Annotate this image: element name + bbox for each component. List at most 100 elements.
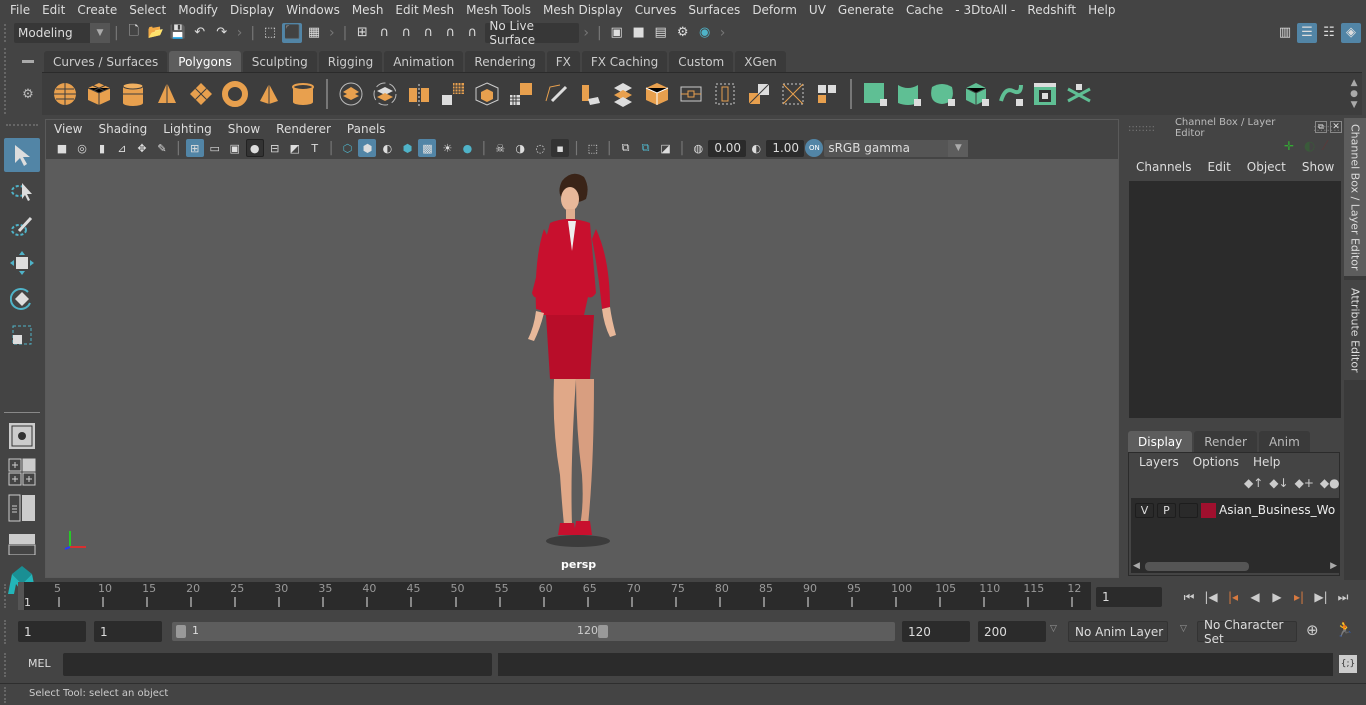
lasso-tool-icon[interactable] [4, 174, 40, 208]
menu-edit-mesh[interactable]: Edit Mesh [389, 3, 460, 17]
field-chart-icon[interactable]: ⊟ [266, 139, 284, 157]
modeling-toolkit-icon[interactable]: ▥ [1275, 23, 1295, 43]
range-start-handle[interactable] [176, 625, 186, 638]
new-layer-selected-icon[interactable]: ◆● [1320, 476, 1340, 490]
tab-fx-caching[interactable]: FX Caching [581, 51, 668, 72]
color-management-toggle[interactable]: ON [805, 139, 824, 157]
character-set-dropdown[interactable]: No Character Set [1197, 618, 1297, 646]
menu-modify[interactable]: Modify [172, 3, 224, 17]
save-scene-icon[interactable]: 💾 [168, 23, 188, 43]
grip-handle[interactable] [4, 23, 10, 42]
tab-fx[interactable]: FX [546, 51, 580, 72]
viewport-menu-renderer[interactable]: Renderer [268, 122, 339, 136]
shelf-menu-icon[interactable] [22, 60, 34, 63]
scale-tool-icon[interactable] [4, 318, 40, 352]
layer-color-swatch[interactable] [1201, 502, 1216, 518]
hyperbolic-icon[interactable]: ⁄ [1324, 139, 1326, 154]
separate-icon[interactable] [370, 79, 400, 109]
tab-rendering[interactable]: Rendering [465, 51, 545, 72]
range-grip[interactable] [4, 620, 12, 644]
menu-select[interactable]: Select [123, 3, 172, 17]
select-tool-icon[interactable] [4, 138, 40, 172]
poly-plane-icon[interactable] [186, 79, 216, 109]
end-time-field[interactable]: 200 [978, 621, 1046, 642]
insert-edge-icon[interactable] [710, 79, 740, 109]
channel-box-menu-edit[interactable]: Edit [1200, 160, 1239, 178]
use-lights-icon[interactable]: ☀ [438, 139, 456, 157]
character-set-chevron-icon[interactable]: ▽ [1180, 624, 1187, 634]
menu-surfaces[interactable]: Surfaces [682, 3, 746, 17]
channel-box-menu-channels[interactable]: Channels [1128, 160, 1200, 178]
uv-spherical-icon[interactable] [928, 79, 958, 109]
xray-joints-icon[interactable]: ◪ [657, 139, 675, 157]
menu-help[interactable]: Help [1082, 3, 1121, 17]
viewport-menu-view[interactable]: View [46, 122, 90, 136]
menu-3dtoall[interactable]: - 3DtoAll - [949, 3, 1021, 17]
channel-box-menu-object[interactable]: Object [1239, 160, 1294, 178]
combine-icon[interactable] [336, 79, 366, 109]
timeline-grip[interactable] [4, 584, 12, 608]
motion-blur-icon[interactable]: ◑ [511, 139, 529, 157]
close-panel-icon[interactable]: ✕ [1330, 121, 1342, 133]
tab-curves-surfaces[interactable]: Curves / Surfaces [44, 51, 168, 72]
select-hierarchy-icon[interactable]: ⬚ [260, 23, 280, 43]
layer-menu-layers[interactable]: Layers [1132, 455, 1186, 473]
layer-display-type-toggle[interactable] [1179, 502, 1198, 518]
uv-contour-icon[interactable] [996, 79, 1026, 109]
snap-point-icon[interactable]: ∩ [396, 23, 416, 43]
scroll-down-icon[interactable]: ▼ [1351, 100, 1358, 111]
channel-box-toggle-icon[interactable]: ◈ [1341, 22, 1361, 43]
uv-planar-icon[interactable] [860, 79, 890, 109]
layer-tab-anim[interactable]: Anim [1258, 431, 1310, 452]
scroll-up-icon[interactable]: ▲ [1351, 78, 1358, 89]
rotate-tool-icon[interactable] [4, 282, 40, 316]
outliner-persp-layout-icon[interactable] [4, 491, 40, 525]
float-panel-icon[interactable]: ⧉ [1315, 121, 1327, 133]
textured-icon[interactable]: ▩ [418, 139, 437, 157]
smooth-shade-icon[interactable]: ⬢ [358, 139, 377, 157]
snap-grid-icon[interactable]: ⊞ [352, 23, 372, 43]
shelf-settings-icon[interactable]: ⚙ [22, 87, 34, 102]
shadows-icon[interactable]: ● [458, 139, 476, 157]
step-back-key-icon[interactable]: |◀ [1200, 586, 1222, 608]
scroll-left-icon[interactable]: ◀ [1133, 561, 1140, 571]
playback-end-field[interactable]: 120 [902, 621, 970, 642]
poly-sphere-icon[interactable] [50, 79, 80, 109]
playback-start-field[interactable]: 1 [94, 621, 162, 642]
menu-display[interactable]: Display [224, 3, 280, 17]
viewport-menu-lighting[interactable]: Lighting [155, 122, 220, 136]
tab-xgen[interactable]: XGen [735, 51, 786, 72]
step-forward-key-icon[interactable]: ▶| [1310, 586, 1332, 608]
tool-settings-icon[interactable]: ☷ [1319, 23, 1339, 43]
tab-sculpting[interactable]: Sculpting [242, 51, 317, 72]
command-grip[interactable] [4, 653, 12, 677]
bevel-icon[interactable] [506, 79, 536, 109]
safe-action-icon[interactable]: ◩ [286, 139, 304, 157]
menu-mesh[interactable]: Mesh [346, 3, 390, 17]
range-slider[interactable]: 1 120 [172, 622, 895, 641]
isolate-select-icon[interactable]: ⬚ [584, 139, 602, 157]
tab-polygons[interactable]: Polygons [169, 51, 241, 72]
channel-box-menu-show[interactable]: Show [1294, 160, 1342, 178]
film-gate-icon[interactable]: ▭ [206, 139, 224, 157]
menu-generate[interactable]: Generate [832, 3, 900, 17]
image-plane-icon[interactable]: ⊿ [113, 139, 131, 157]
speed-icon[interactable]: ◐ [1304, 139, 1315, 154]
screen-space-ao-icon[interactable]: ☠ [491, 139, 509, 157]
camera-attributes-icon[interactable]: ◎ [73, 139, 91, 157]
layer-visibility-toggle[interactable]: V [1135, 502, 1154, 518]
uv-unfold-icon[interactable] [1064, 79, 1094, 109]
uv-cube-icon[interactable] [642, 79, 672, 109]
script-editor-icon[interactable]: {;} [1339, 655, 1357, 673]
layer-name[interactable]: Asian_Business_Woman [1219, 503, 1335, 517]
select-camera-icon[interactable]: ■ [53, 139, 71, 157]
poly-cylinder-icon[interactable] [118, 79, 148, 109]
redo-icon[interactable]: ↷ [212, 23, 232, 43]
viewport-menu-panels[interactable]: Panels [339, 122, 394, 136]
go-to-end-icon[interactable]: ⏭ [1332, 586, 1354, 608]
shelf-grip[interactable] [4, 48, 14, 114]
undo-icon[interactable]: ↶ [190, 23, 210, 43]
animation-preferences-icon[interactable]: 🏃 [1335, 620, 1354, 638]
start-time-field[interactable]: 1 [18, 621, 86, 642]
layer-row[interactable]: V P Asian_Business_Woman [1135, 502, 1335, 518]
